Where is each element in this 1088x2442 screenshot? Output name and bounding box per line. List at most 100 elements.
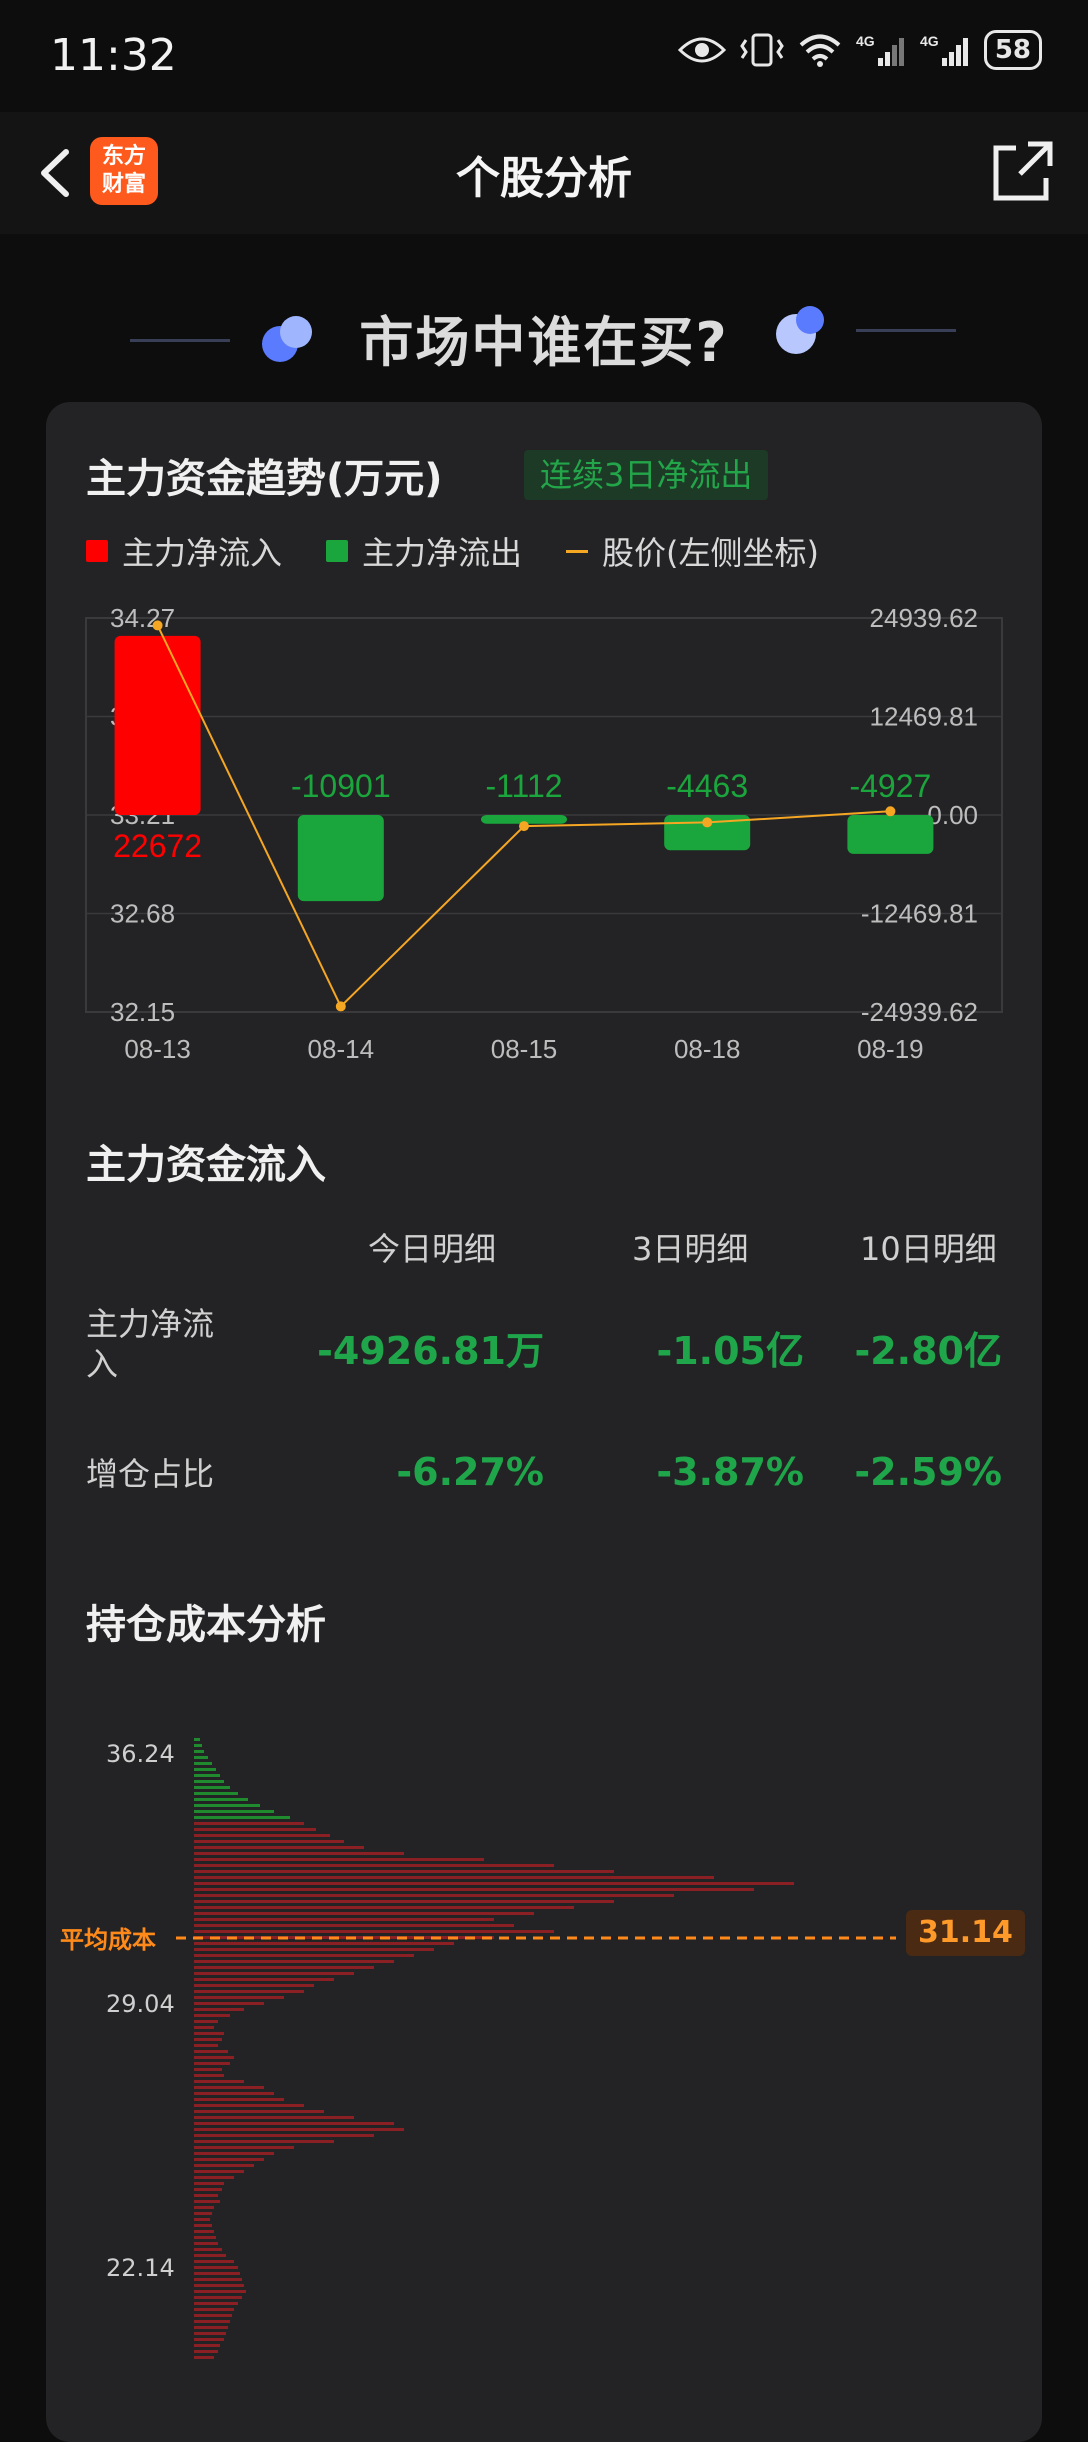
cost-distribution-bar xyxy=(194,1858,484,1861)
cost-price-mid: 29.04 xyxy=(106,1990,175,2018)
cost-distribution-bar xyxy=(194,2014,230,2017)
cost-distribution-bar xyxy=(194,1984,314,1987)
cost-distribution-bar xyxy=(194,1990,304,1993)
cost-distribution-bar xyxy=(194,2176,234,2179)
cost-distribution-bar xyxy=(194,2032,224,2035)
cost-distribution-bar xyxy=(194,1966,374,1969)
cost-distribution-bar xyxy=(194,1894,674,1897)
cost-distribution-bar xyxy=(194,1960,394,1963)
cost-distribution-bar xyxy=(194,2002,264,2005)
cost-distribution-bar xyxy=(194,1924,514,1927)
cost-distribution-bar xyxy=(194,1840,344,1843)
share-icon[interactable] xyxy=(990,138,1056,204)
cost-distribution-bar xyxy=(194,2068,222,2071)
cost-distribution-bar xyxy=(194,2050,228,2053)
cost-distribution-bar xyxy=(194,2188,222,2191)
cost-distribution-bar xyxy=(194,2278,242,2281)
cost-distribution-bar xyxy=(194,2170,244,2173)
cost-distribution-bar xyxy=(194,2338,224,2341)
status-bar: 11:32 4G 4G 58 xyxy=(0,0,1088,112)
cost-distribution-bar xyxy=(194,1846,364,1849)
analysis-card: 主力资金趋势(万元) 连续3日净流出 主力净流入 主力净流出 股价(左侧坐标) … xyxy=(46,402,1042,2442)
cost-distribution-bar xyxy=(194,2074,224,2077)
cost-distribution-bar xyxy=(194,2272,240,2275)
cost-distribution-bar xyxy=(194,1798,248,1801)
cost-distribution-bar xyxy=(194,1948,434,1951)
cost-distribution-bar xyxy=(194,2284,244,2287)
cost-distribution-bar xyxy=(194,1774,220,1777)
eye-icon xyxy=(677,37,726,63)
cost-distribution-bar xyxy=(194,1900,614,1903)
cost-distribution-bar xyxy=(194,2332,226,2335)
cost-distribution-bar xyxy=(194,1882,794,1885)
cost-distribution-bar xyxy=(194,2104,304,2107)
cost-distribution-bar xyxy=(194,1756,208,1759)
signal-4g-icon-2: 4G xyxy=(920,33,968,66)
cost-distribution-bar xyxy=(194,2302,238,2305)
cost-distribution-bar xyxy=(194,1918,494,1921)
cost-distribution-bar xyxy=(194,2038,222,2041)
cost-distribution-bar xyxy=(194,2182,224,2185)
cost-price-high: 36.24 xyxy=(106,1740,175,1768)
cost-distribution-bar xyxy=(194,2248,222,2251)
cost-distribution-bar xyxy=(194,1930,554,1933)
cost-distribution-bar xyxy=(194,1792,238,1795)
cost-distribution-bar xyxy=(194,2092,274,2095)
cost-distribution-bar xyxy=(194,2320,230,2323)
nav-bar: 东方 财富 个股分析 xyxy=(0,112,1088,234)
cost-distribution-bar xyxy=(194,2062,230,2065)
cost-distribution-bar xyxy=(194,2194,218,2197)
cost-distribution-bar xyxy=(194,1828,316,1831)
status-time: 11:32 xyxy=(50,30,177,81)
cost-distribution-bar xyxy=(194,2098,284,2101)
cost-distribution-bar xyxy=(194,2230,214,2233)
cost-distribution-bar xyxy=(194,2356,214,2359)
status-icons: 4G 4G 58 xyxy=(677,30,1042,70)
svg-text:4G: 4G xyxy=(920,33,939,49)
wifi-icon xyxy=(799,34,841,67)
cost-distribution-bar xyxy=(194,1744,202,1747)
cost-distribution-bar xyxy=(194,2296,242,2299)
cost-distribution-bar xyxy=(194,2212,212,2215)
cost-distribution-bar xyxy=(194,2020,218,2023)
cost-distribution-bar xyxy=(194,1762,212,1765)
cost-distribution-bar xyxy=(194,2314,232,2317)
cost-distribution-bar xyxy=(194,2080,244,2083)
hero-right-decoration xyxy=(776,306,956,354)
cost-distribution-bar xyxy=(194,2134,374,2137)
cost-distribution-bar xyxy=(194,2200,220,2203)
cost-distribution-bar xyxy=(194,1888,754,1891)
cost-distribution-bar xyxy=(194,1906,574,1909)
cost-distribution-bar xyxy=(194,2008,244,2011)
vibrate-icon xyxy=(740,33,784,67)
cost-distribution-bar xyxy=(194,1912,534,1915)
cost-distribution-bar xyxy=(194,1978,334,1981)
avg-cost-badge: 31.14 xyxy=(906,1910,1025,1956)
cost-distribution-bar xyxy=(194,2206,214,2209)
cost-distribution-bar xyxy=(194,1996,284,1999)
cost-distribution-bar xyxy=(194,1870,614,1873)
cost-distribution-bar xyxy=(194,2152,274,2155)
cost-distribution-bar xyxy=(194,1972,354,1975)
cost-distribution-bar xyxy=(194,1780,224,1783)
cost-price-low: 22.14 xyxy=(106,2254,175,2282)
cost-distribution-bar xyxy=(194,1876,714,1879)
cost-distribution-bar xyxy=(194,2164,254,2167)
cost-distribution-bar xyxy=(194,2224,212,2227)
cost-distribution-bar xyxy=(194,1864,554,1867)
cost-distribution-bar xyxy=(194,1804,260,1807)
cost-distribution-bar xyxy=(194,2326,228,2329)
cost-distribution-bar xyxy=(194,2308,234,2311)
cost-distribution-bar xyxy=(194,2242,218,2245)
cost-distribution-bar xyxy=(194,2254,226,2257)
cost-distribution-bar xyxy=(194,1810,274,1813)
cost-distribution-bar xyxy=(194,2122,394,2125)
cost-distribution-bar xyxy=(194,2044,218,2047)
svg-text:4G: 4G xyxy=(856,33,875,49)
cost-distribution-bar xyxy=(194,2056,234,2059)
cost-distribution-bar xyxy=(194,2086,264,2089)
cost-distribution-bar xyxy=(194,1738,200,1741)
hero-banner: 市场中谁在买? xyxy=(0,280,1088,380)
cost-distribution-bar xyxy=(194,2236,216,2239)
cost-distribution-bar xyxy=(194,1942,454,1945)
